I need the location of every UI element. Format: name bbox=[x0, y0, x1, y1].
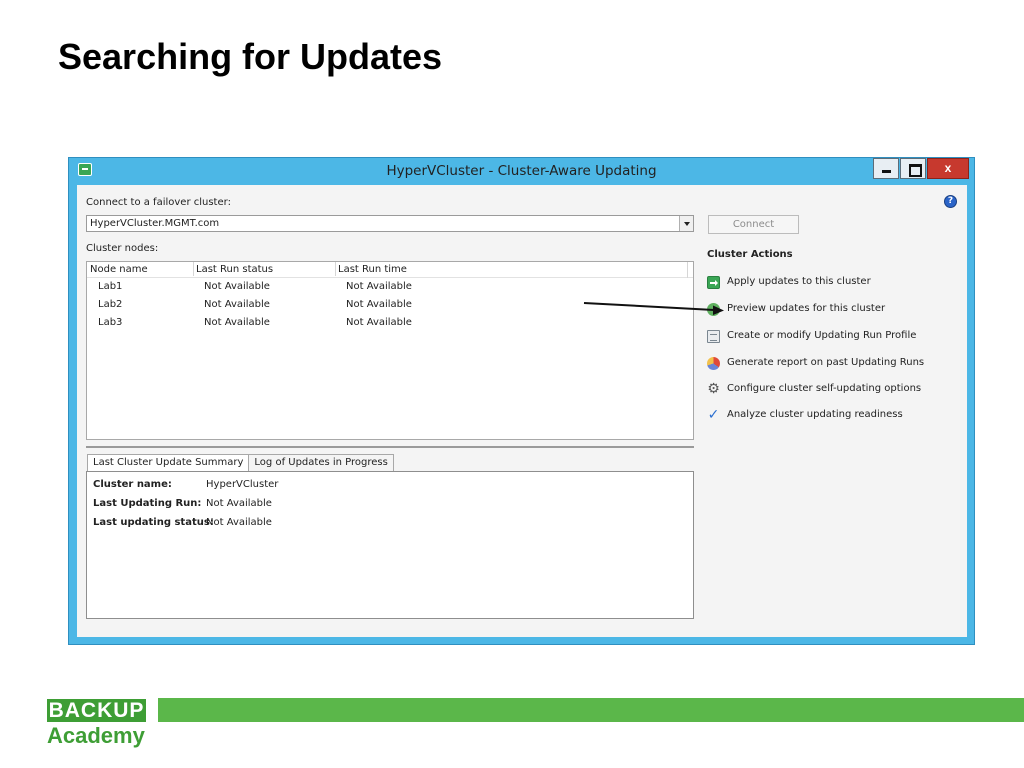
node-name-cell: Lab1 bbox=[98, 281, 123, 292]
backup-academy-logo: BACKUP bbox=[47, 699, 146, 722]
action-label: Apply updates to this cluster bbox=[727, 276, 871, 287]
summary-tabs: Last Cluster Update Summary Log of Updat… bbox=[87, 454, 394, 472]
report-icon bbox=[707, 357, 720, 370]
window-title: HyperVCluster - Cluster-Aware Updating bbox=[386, 163, 657, 179]
chevron-down-icon[interactable] bbox=[679, 216, 693, 231]
backup-academy-logo-sub: Academy bbox=[47, 723, 145, 748]
node-name-cell: Lab3 bbox=[98, 317, 123, 328]
callout-arrow-line bbox=[583, 302, 715, 311]
cluster-nodes-list[interactable]: Node name Last Run status Last Run time … bbox=[86, 261, 694, 440]
nodes-header: Node name Last Run status Last Run time bbox=[87, 262, 693, 278]
node-status-cell: Not Available bbox=[204, 281, 270, 292]
tab-last-cluster-update-summary[interactable]: Last Cluster Update Summary bbox=[87, 454, 250, 472]
summary-panel: Cluster name: HyperVCluster Last Updatin… bbox=[86, 471, 694, 619]
connect-label: Connect to a failover cluster: bbox=[86, 197, 231, 208]
tab-log-of-updates[interactable]: Log of Updates in Progress bbox=[248, 454, 394, 472]
action-label: Preview updates for this cluster bbox=[727, 303, 886, 314]
cluster-combobox-value: HyperVCluster.MGMT.com bbox=[90, 218, 220, 229]
close-button[interactable]: x bbox=[927, 158, 969, 179]
help-icon[interactable]: ? bbox=[944, 195, 957, 208]
checkmark-icon: ✓ bbox=[707, 407, 720, 423]
header-divider bbox=[687, 262, 688, 278]
action-label: Configure cluster self-updating options bbox=[727, 383, 922, 394]
cau-window: HyperVCluster - Cluster-Aware Updating x… bbox=[68, 157, 975, 645]
node-status-cell: Not Available bbox=[204, 317, 270, 328]
column-header-last-run-time[interactable]: Last Run time bbox=[335, 262, 407, 276]
column-header-node-name[interactable]: Node name bbox=[90, 264, 148, 275]
maximize-button[interactable] bbox=[900, 158, 926, 179]
node-status-cell: Not Available bbox=[204, 299, 270, 310]
table-row[interactable]: Lab3 Not Available Not Available bbox=[87, 317, 687, 335]
connect-button[interactable]: Connect bbox=[708, 215, 799, 234]
footer-bar bbox=[158, 698, 1024, 722]
gear-icon: ⚙ bbox=[707, 381, 720, 397]
column-header-last-run-status[interactable]: Last Run status bbox=[193, 262, 273, 276]
summary-value: HyperVCluster bbox=[206, 479, 279, 490]
window-titlebar: HyperVCluster - Cluster-Aware Updating x bbox=[69, 158, 974, 185]
callout-arrow-head bbox=[713, 305, 724, 315]
callout-arrow bbox=[583, 302, 724, 315]
cluster-combobox[interactable]: HyperVCluster.MGMT.com bbox=[86, 215, 694, 232]
profile-icon bbox=[707, 330, 720, 343]
cluster-nodes-label: Cluster nodes: bbox=[86, 243, 159, 254]
slide-title: Searching for Updates bbox=[58, 36, 443, 77]
window-client-area: Connect to a failover cluster: HyperVClu… bbox=[77, 185, 967, 637]
summary-label: Cluster name: bbox=[93, 479, 172, 490]
minimize-button[interactable] bbox=[873, 158, 899, 179]
window-controls: x bbox=[872, 158, 969, 179]
summary-label: Last updating status: bbox=[93, 517, 214, 528]
node-time-cell: Not Available bbox=[346, 281, 412, 292]
summary-value: Not Available bbox=[206, 498, 272, 509]
action-label: Analyze cluster updating readiness bbox=[727, 409, 903, 420]
summary-label: Last Updating Run: bbox=[93, 498, 202, 509]
panel-splitter[interactable] bbox=[86, 446, 694, 448]
cluster-actions-title: Cluster Actions bbox=[707, 249, 793, 260]
apply-updates-icon bbox=[707, 276, 720, 289]
node-name-cell: Lab2 bbox=[98, 299, 123, 310]
node-time-cell: Not Available bbox=[346, 317, 412, 328]
summary-value: Not Available bbox=[206, 517, 272, 528]
action-label: Create or modify Updating Run Profile bbox=[727, 330, 917, 341]
action-label: Generate report on past Updating Runs bbox=[727, 357, 925, 368]
node-time-cell: Not Available bbox=[346, 299, 412, 310]
